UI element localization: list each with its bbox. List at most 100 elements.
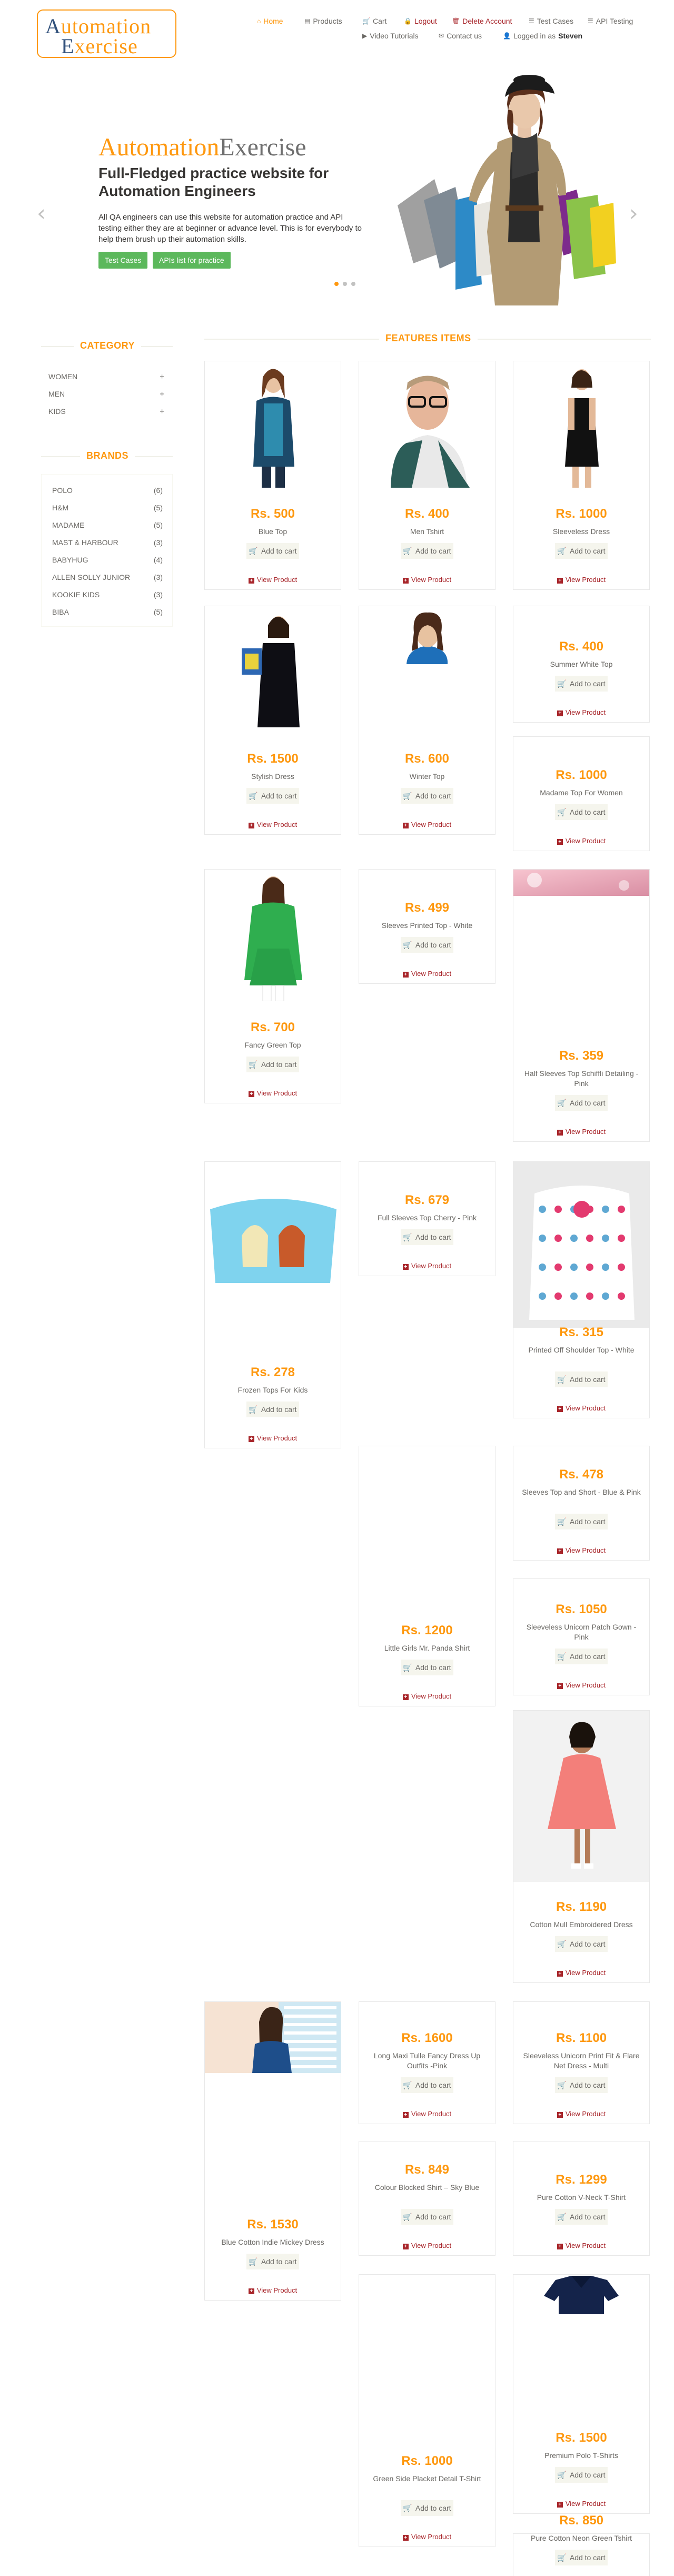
- view-product-link[interactable]: + View Product: [513, 837, 649, 845]
- view-product-link[interactable]: + View Product: [359, 2533, 495, 2541]
- plus-square-icon: +: [557, 1971, 563, 1977]
- brand-item[interactable]: Biba (5): [52, 608, 163, 616]
- nav-logged-in[interactable]: 👤 Logged in as Steven: [503, 32, 582, 40]
- add-to-cart-button[interactable]: 🛒 Add to cart: [401, 2209, 453, 2225]
- plus-icon[interactable]: +: [160, 390, 164, 399]
- brand-item[interactable]: Polo (6): [52, 486, 163, 495]
- view-product-link[interactable]: + View Product: [513, 1969, 649, 1977]
- view-product-link[interactable]: + View Product: [359, 1692, 495, 1700]
- nav-cart[interactable]: 🛒 Cart: [362, 17, 386, 25]
- plus-square-icon: +: [248, 1436, 254, 1442]
- product-card: Rs. 359 Half Sleeves Top Schiffli Detaili…: [513, 869, 650, 1142]
- add-to-cart-button[interactable]: 🛒 Add to cart: [555, 1514, 608, 1529]
- add-to-cart-button[interactable]: 🛒 Add to cart: [401, 543, 453, 559]
- plus-icon[interactable]: +: [160, 372, 164, 381]
- view-product-link[interactable]: + View Product: [513, 1128, 649, 1136]
- add-to-cart-button[interactable]: 🛒 Add to cart: [401, 1660, 453, 1675]
- features-title: Features Items: [379, 333, 478, 344]
- view-product-link[interactable]: + View Product: [205, 2286, 341, 2294]
- view-product-link[interactable]: + View Product: [359, 2110, 495, 2118]
- view-product-link[interactable]: + View Product: [359, 821, 495, 828]
- add-to-cart-button[interactable]: 🛒 Add to cart: [555, 2550, 608, 2565]
- hero-heading: Full-Fledged practice website for Automa…: [98, 165, 329, 199]
- add-to-cart-button[interactable]: 🛒 Add to cart: [555, 2209, 608, 2225]
- product-card: Rs. 1200 Little Girls Mr. Panda Shirt 🛒 Add…: [359, 1446, 495, 1706]
- nav-api-testing[interactable]: ☰ API Testing: [588, 17, 633, 25]
- product-card: Rs. 1500 Premium Polo T-Shirts 🛒 Add to car…: [513, 2274, 650, 2514]
- view-product-link[interactable]: + View Product: [359, 2242, 495, 2249]
- cart-icon: 🛒: [557, 546, 567, 555]
- add-to-cart-button[interactable]: 🛒 Add to cart: [246, 1057, 299, 1072]
- indicator-dot[interactable]: [351, 282, 355, 286]
- view-product-link[interactable]: + View Product: [513, 1404, 649, 1412]
- category-men[interactable]: Men +: [48, 390, 164, 399]
- apis-list-button[interactable]: APIs list for practice: [153, 252, 231, 269]
- category-kids[interactable]: Kids +: [48, 407, 164, 416]
- plus-icon[interactable]: +: [160, 407, 164, 416]
- nav-contact-us[interactable]: ✉ Contact us: [439, 32, 482, 40]
- add-to-cart-button[interactable]: 🛒 Add to cart: [246, 1401, 299, 1417]
- add-to-cart-button[interactable]: 🛒 Add to cart: [555, 1095, 608, 1111]
- view-product-link[interactable]: + View Product: [359, 576, 495, 584]
- view-product-link[interactable]: + View Product: [359, 1262, 495, 1270]
- brand-item[interactable]: Allen Solly Junior (3): [52, 573, 163, 581]
- brand-item[interactable]: Mast & Harbour (3): [52, 538, 163, 547]
- add-to-cart-button[interactable]: 🛒 Add to cart: [555, 1371, 608, 1387]
- product-price: Rs. 1500: [556, 2431, 607, 2445]
- view-product-link[interactable]: + View Product: [359, 970, 495, 978]
- product-price: Rs. 850: [559, 2513, 604, 2528]
- indicator-dot[interactable]: [334, 282, 339, 286]
- view-product-link[interactable]: + View Product: [205, 576, 341, 584]
- view-product-link[interactable]: + View Product: [513, 2242, 649, 2249]
- nav-video-tutorials[interactable]: ▶ Video Tutorials: [362, 32, 419, 40]
- product-card: Rs. 849 Colour Blocked Shirt – Sky Blue 🛒 A…: [359, 2141, 495, 2256]
- add-to-cart-button[interactable]: 🛒 Add to cart: [555, 676, 608, 692]
- product-card: Rs. 1000 Sleeveless Dress 🛒 Add to cart + Vie…: [513, 361, 650, 590]
- view-product-link[interactable]: + View Product: [513, 2500, 649, 2508]
- add-to-cart-button[interactable]: 🛒 Add to cart: [555, 2077, 608, 2093]
- view-product-link[interactable]: + View Product: [513, 1681, 649, 1689]
- add-to-cart-button[interactable]: 🛒 Add to cart: [555, 804, 608, 820]
- add-to-cart-button[interactable]: 🛒 Add to cart: [401, 2500, 453, 2516]
- view-product-link[interactable]: + View Product: [205, 1089, 341, 1097]
- plus-square-icon: +: [248, 823, 254, 828]
- nav-home[interactable]: ⌂ Home: [257, 17, 283, 25]
- brand-item[interactable]: Babyhug (4): [52, 556, 163, 564]
- add-to-cart-button[interactable]: 🛒 Add to cart: [401, 788, 453, 804]
- product-card: Rs. 1500 Stylish Dress 🛒 Add to cart + View P…: [204, 606, 341, 835]
- view-product-link[interactable]: + View Product: [205, 821, 341, 828]
- add-to-cart-button[interactable]: 🛒 Add to cart: [401, 1229, 453, 1245]
- add-to-cart-button[interactable]: 🛒 Add to cart: [555, 1649, 608, 1664]
- add-to-cart-button[interactable]: 🛒 Add to cart: [555, 543, 608, 559]
- plus-square-icon: +: [402, 972, 409, 978]
- add-to-cart-button[interactable]: 🛒 Add to cart: [246, 788, 299, 804]
- add-to-cart-button[interactable]: 🛒 Add to cart: [401, 937, 453, 953]
- add-to-cart-button[interactable]: 🛒 Add to cart: [401, 2077, 453, 2093]
- carousel-prev-icon[interactable]: ‹: [37, 200, 46, 226]
- plus-square-icon: +: [557, 2244, 563, 2249]
- product-card: Rs. 700 Fancy Green Top 🛒 Add to cart + View …: [204, 869, 341, 1103]
- plus-square-icon: +: [557, 839, 563, 845]
- product-image: [205, 870, 341, 1001]
- indicator-dot[interactable]: [343, 282, 347, 286]
- product-image: [513, 1162, 649, 1328]
- nav-delete-account[interactable]: 🗑 Delete Account: [452, 17, 512, 25]
- add-to-cart-button[interactable]: 🛒 Add to cart: [246, 543, 299, 559]
- view-product-link[interactable]: + View Product: [513, 708, 649, 716]
- nav-logout[interactable]: 🔒 Logout: [404, 17, 437, 25]
- nav-products[interactable]: ▤ Products: [304, 17, 342, 25]
- test-cases-button[interactable]: Test Cases: [98, 252, 148, 269]
- brand-item[interactable]: H&M (5): [52, 504, 163, 512]
- add-to-cart-button[interactable]: 🛒 Add to cart: [555, 2467, 608, 2483]
- add-to-cart-button[interactable]: 🛒 Add to cart: [555, 1936, 608, 1952]
- site-logo[interactable]: Automation Exercise: [37, 9, 176, 58]
- view-product-link[interactable]: + View Product: [513, 1546, 649, 1554]
- brand-item[interactable]: Kookie Kids (3): [52, 590, 163, 599]
- brand-item[interactable]: Madame (5): [52, 521, 163, 529]
- view-product-link[interactable]: + View Product: [205, 1434, 341, 1442]
- category-women[interactable]: Women +: [48, 372, 164, 381]
- view-product-link[interactable]: + View Product: [513, 576, 649, 584]
- view-product-link[interactable]: + View Product: [513, 2110, 649, 2118]
- add-to-cart-button[interactable]: 🛒 Add to cart: [246, 2254, 299, 2269]
- nav-test-cases[interactable]: ☰ Test Cases: [529, 17, 573, 25]
